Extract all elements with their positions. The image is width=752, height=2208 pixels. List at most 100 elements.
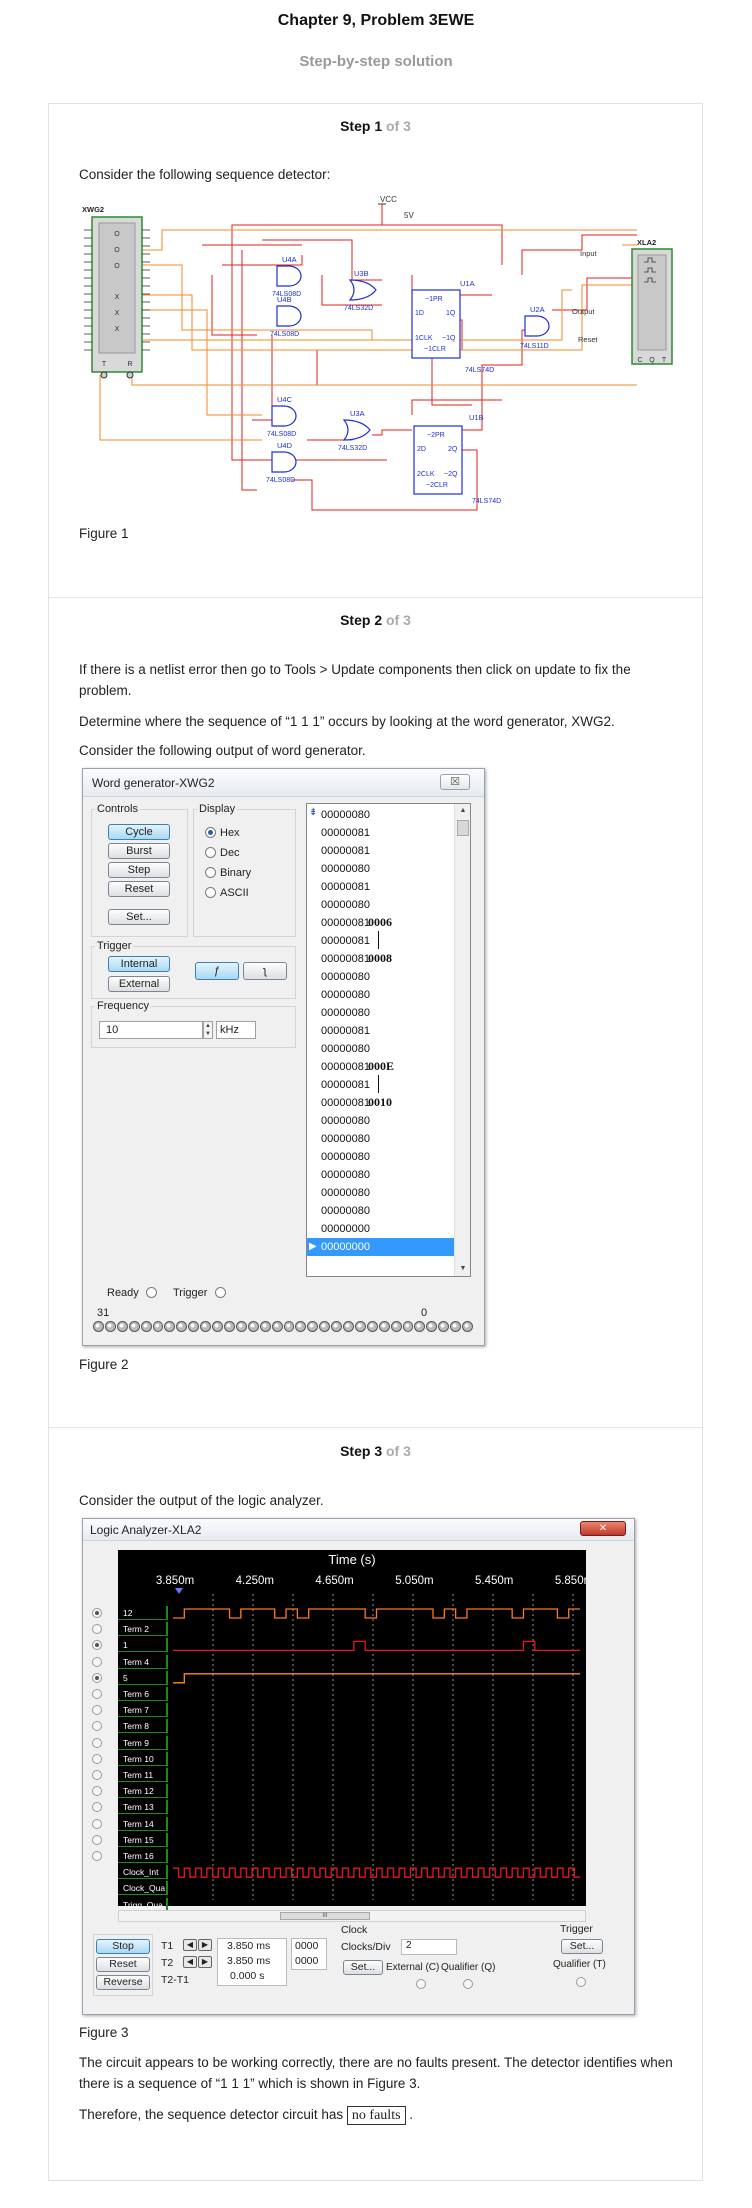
t1-value: 3.850 ms [227, 1940, 271, 1952]
close-icon[interactable]: ✕ [580, 1521, 626, 1536]
output-bit-indicator [354, 1321, 366, 1332]
xwg-marker: O [114, 231, 120, 238]
word-list-row[interactable]: 00000081 [307, 824, 455, 842]
ff2-pin: 2D [417, 446, 426, 453]
channel-radio[interactable] [92, 1770, 102, 1780]
set-button[interactable]: Set... [108, 909, 170, 925]
channel-label: Clock_Qua [118, 1881, 168, 1896]
step-button[interactable]: Step [108, 862, 170, 878]
word-list-row[interactable]: 00000081 [307, 842, 455, 860]
word-list-row[interactable]: 00000080 [307, 1166, 455, 1184]
scroll-down-icon[interactable]: ▼ [455, 1262, 470, 1276]
logic-analyzer-title: Logic Analyzer-XLA2 [90, 1523, 202, 1537]
horizontal-scrollbar[interactable]: III [118, 1910, 586, 1922]
clock-qualifier-radio[interactable] [463, 1979, 473, 1989]
channel-radio[interactable] [92, 1705, 102, 1716]
word-list-row[interactable]: 00000000 [307, 1220, 455, 1238]
word-list-row[interactable]: 00000080 [307, 896, 455, 914]
word-list-row[interactable]: 00000080 [307, 1184, 455, 1202]
display-hex-radio[interactable]: Hex [205, 827, 240, 839]
channel-radio[interactable] [92, 1624, 102, 1635]
output-bit-indicator [259, 1321, 271, 1332]
display-binary-radio[interactable]: Binary [205, 867, 251, 879]
rising-edge-button[interactable]: ƒ [195, 962, 239, 980]
channel-radio[interactable] [92, 1851, 102, 1861]
output-bit-indicator [426, 1321, 438, 1332]
channel-label: Term 15 [118, 1832, 168, 1847]
channel-radio[interactable] [92, 1802, 102, 1813]
word-list-row[interactable]: 00000080 [307, 968, 455, 986]
word-list-row[interactable]: 00000080 [307, 986, 455, 1004]
output-bit-indicator [390, 1321, 402, 1332]
word-list-row[interactable]: 00000080 [307, 1040, 455, 1058]
word-list-row[interactable]: 00000081 [307, 1076, 455, 1094]
frequency-input[interactable]: 10 [99, 1021, 203, 1039]
external-trigger-button[interactable]: External [108, 976, 170, 992]
channel-label: Clock_Int [118, 1865, 168, 1880]
or-gate-u3b [349, 279, 377, 301]
frequency-unit-select[interactable]: kHz [216, 1021, 256, 1039]
word-list-row[interactable]: 00000080 [307, 806, 455, 824]
word-list-row[interactable]: 00000081 [307, 932, 455, 950]
display-ascii-radio[interactable]: ASCII [205, 887, 249, 899]
cursor-marker-icon[interactable] [175, 1588, 183, 1594]
word-list-row[interactable]: 00000080 [307, 1004, 455, 1022]
external-clock-label: External (C) [386, 1962, 440, 1973]
clock-set-button[interactable]: Set... [343, 1960, 383, 1975]
gate-label: 74LS74D [472, 498, 501, 505]
scroll-thumb[interactable]: III [280, 1912, 370, 1920]
channel-label: Term 9 [118, 1735, 168, 1750]
word-list-row[interactable]: 00000080 [307, 1130, 455, 1148]
ff2-pin: 2CLK [417, 471, 435, 478]
t1-bits: 0000 [295, 1940, 319, 1952]
channel-label: 5 [118, 1670, 168, 1685]
word-list-row[interactable]: 00000080 [307, 1148, 455, 1166]
word-list-row[interactable]: 00000081 [307, 878, 455, 896]
frequency-spinner[interactable]: ▲ ▼ [203, 1021, 213, 1039]
scroll-up-icon[interactable]: ▲ [455, 804, 470, 818]
word-list-row[interactable]: 00000000 [307, 1238, 455, 1256]
cycle-button[interactable]: Cycle [108, 824, 170, 840]
channel-radio[interactable] [92, 1656, 102, 1667]
channel-radio[interactable] [92, 1786, 102, 1797]
t1-right-icon[interactable]: ▶ [198, 1939, 212, 1951]
clocks-per-div-input[interactable]: 2 [401, 1939, 457, 1955]
word-list[interactable]: 00000080 00000081 00000081 00000080 00000081… [306, 803, 471, 1277]
ff1-pin: 1CLK [415, 335, 433, 342]
channel-radio[interactable] [92, 1753, 102, 1764]
channel-radio[interactable] [92, 1672, 102, 1683]
word-list-row[interactable]: 00000080 [307, 860, 455, 878]
channel-radio[interactable] [92, 1608, 102, 1618]
t2-left-icon[interactable]: ◀ [183, 1956, 197, 1968]
reverse-button[interactable]: Reverse [96, 1975, 150, 1990]
word-list-row[interactable]: 00000080 [307, 1202, 455, 1220]
trigger-set-button[interactable]: Set... [561, 1939, 603, 1954]
display-dec-radio[interactable]: Dec [205, 847, 240, 859]
step-separator [49, 1427, 702, 1428]
channel-radio[interactable] [92, 1721, 102, 1732]
trigger-qualifier-radio[interactable] [576, 1977, 586, 1987]
annotation-connector [378, 1075, 379, 1093]
scroll-thumb[interactable] [457, 820, 469, 836]
falling-edge-button[interactable]: ʅ [243, 962, 287, 980]
reset-button[interactable]: Reset [96, 1957, 150, 1972]
word-list-scrollbar[interactable]: ▲ ▼ [454, 804, 470, 1276]
channel-radio[interactable] [92, 1689, 102, 1699]
output-label: Output [572, 307, 595, 316]
word-list-row[interactable]: 00000080 [307, 1112, 455, 1130]
internal-trigger-button[interactable]: Internal [108, 956, 170, 972]
close-icon[interactable]: ☒ [440, 774, 470, 790]
channel-radio[interactable] [92, 1818, 102, 1829]
external-clock-radio[interactable] [416, 1979, 426, 1989]
output-bit-indicator [271, 1321, 283, 1332]
burst-button[interactable]: Burst [108, 843, 170, 859]
channel-radio[interactable] [92, 1737, 102, 1748]
reset-button[interactable]: Reset [108, 881, 170, 897]
stop-button[interactable]: Stop [96, 1939, 150, 1954]
channel-radio[interactable] [92, 1834, 102, 1845]
t2-right-icon[interactable]: ▶ [198, 1956, 212, 1968]
t1-left-icon[interactable]: ◀ [183, 1939, 197, 1951]
word-list-row[interactable]: 00000081 [307, 1022, 455, 1040]
gate-label: 74LS32D [344, 305, 373, 312]
channel-radio[interactable] [92, 1640, 102, 1651]
